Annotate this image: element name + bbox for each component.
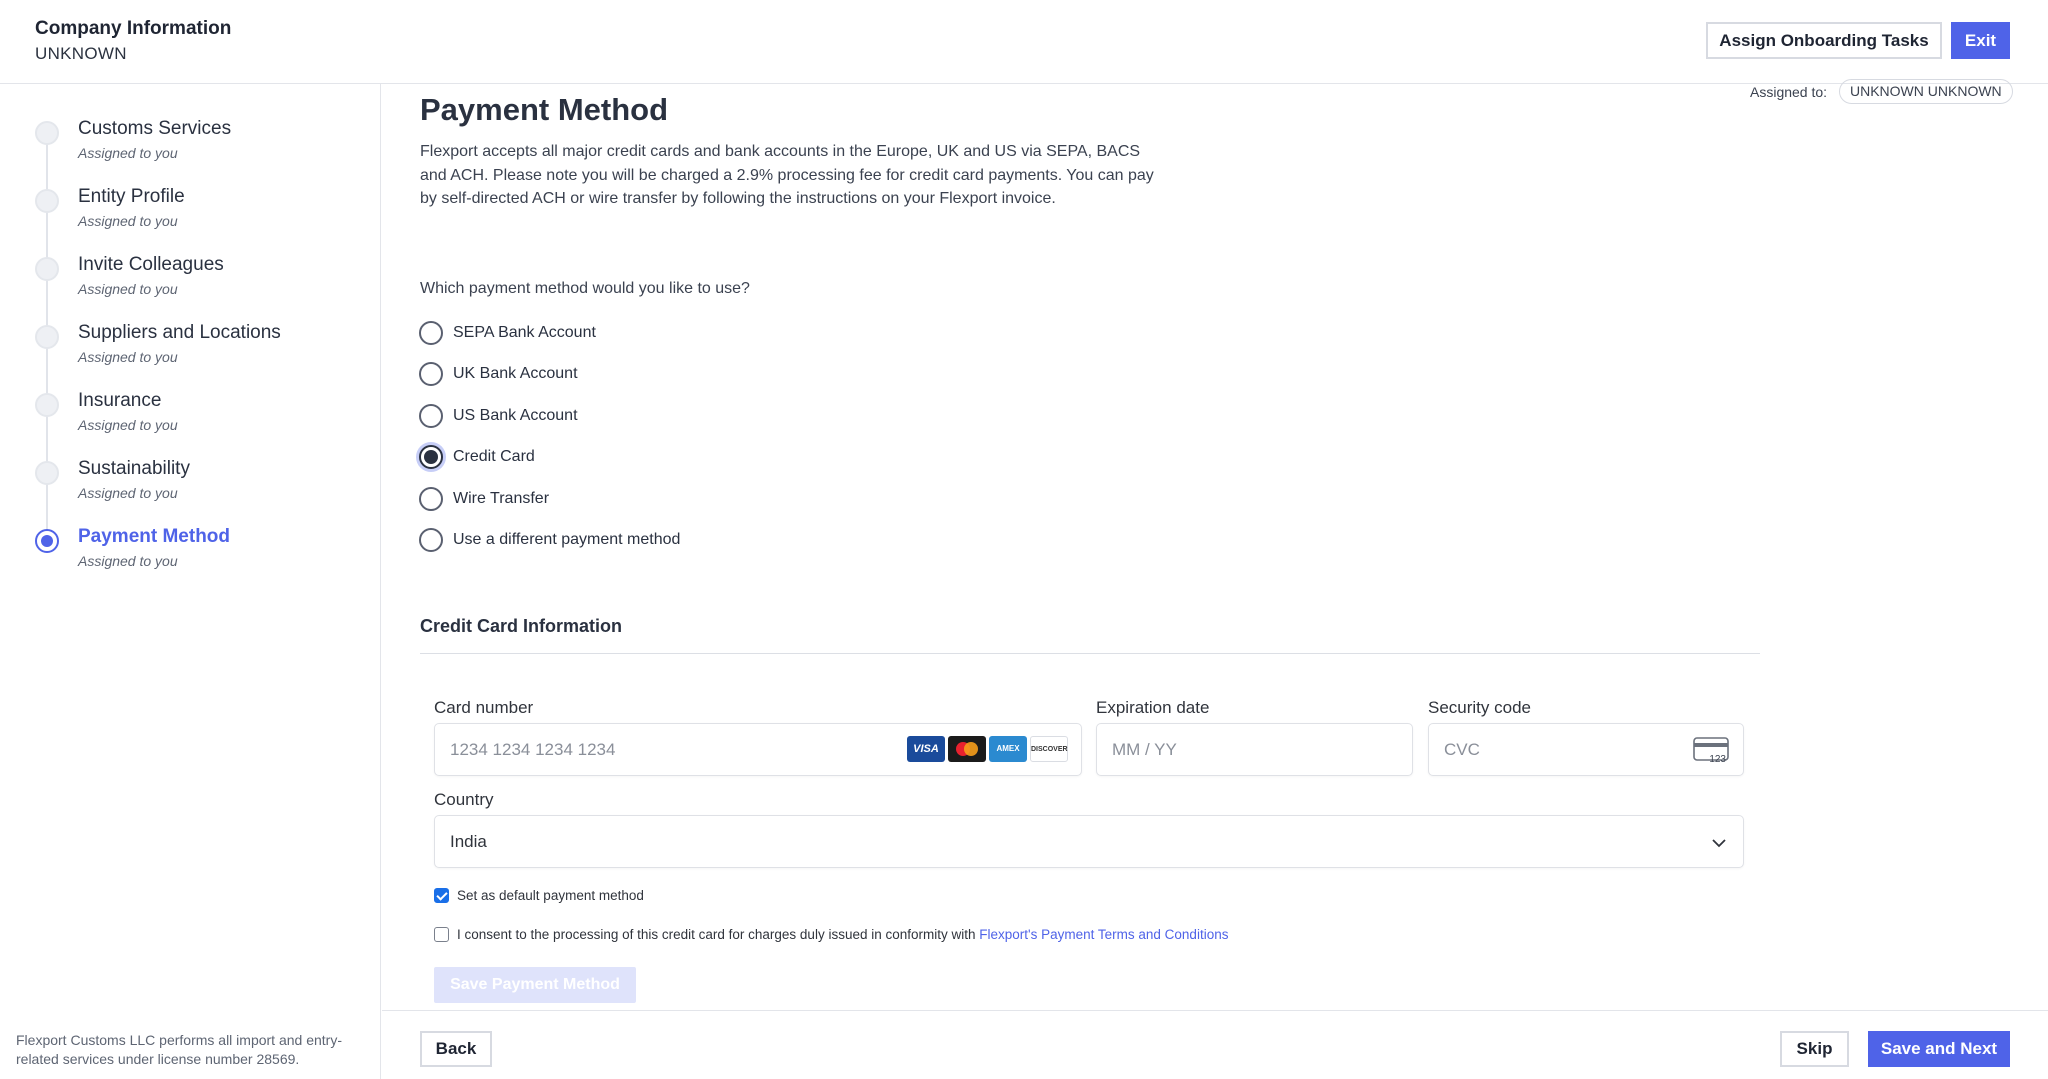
step-title: Suppliers and Locations: [78, 322, 281, 343]
consent-label: I consent to the processing of this cred…: [457, 927, 976, 942]
consent-text: I consent to the processing of this cred…: [457, 927, 1228, 942]
step-assignee: Assigned to you: [78, 417, 178, 433]
chevron-down-icon: [1712, 839, 1726, 848]
radio-button[interactable]: [419, 321, 443, 345]
cvc-placeholder: CVC: [1444, 740, 1480, 759]
radio-label: US Bank Account: [453, 407, 578, 424]
discover-icon: DISCOVER: [1030, 736, 1068, 762]
radio-button[interactable]: [419, 404, 443, 428]
radio-button-selected[interactable]: [419, 445, 443, 469]
radio-label: Wire Transfer: [453, 490, 550, 507]
security-code-label: Security code: [1428, 698, 1531, 717]
section-divider: [420, 653, 1760, 654]
card-number-label: Card number: [434, 698, 534, 717]
back-button[interactable]: Back: [420, 1031, 492, 1067]
step-status-dot: [35, 461, 59, 485]
assign-onboarding-tasks-button[interactable]: Assign Onboarding Tasks: [1706, 22, 1942, 59]
top-header: Company Information UNKNOWN Assign Onboa…: [0, 0, 2048, 84]
bottom-action-bar: Back Skip Save and Next: [382, 1010, 2048, 1079]
step-assignee: Assigned to you: [78, 145, 178, 161]
radio-label: UK Bank Account: [453, 365, 578, 382]
step-assignee: Assigned to you: [78, 213, 178, 229]
cvc-icon-digits: 123: [1709, 754, 1726, 763]
default-method-checkbox[interactable]: [434, 888, 449, 903]
expiration-date-label: Expiration date: [1096, 698, 1210, 717]
card-number-input[interactable]: 1234 1234 1234 1234 VISA AMEX DISCOVER: [434, 723, 1082, 776]
payment-terms-link[interactable]: Flexport's Payment Terms and Conditions: [979, 927, 1228, 942]
payment-intro-text: Flexport accepts all major credit cards …: [420, 143, 1154, 207]
exit-button[interactable]: Exit: [1951, 22, 2010, 59]
cvc-card-icon: 123: [1693, 737, 1729, 763]
assigned-to-label: Assigned to:: [1750, 84, 1828, 100]
step-assignee: Assigned to you: [78, 553, 178, 569]
radio-label: SEPA Bank Account: [453, 324, 596, 341]
country-select[interactable]: India: [434, 815, 1744, 868]
radio-button[interactable]: [419, 487, 443, 511]
step-assignee: Assigned to you: [78, 349, 178, 365]
save-payment-method-button[interactable]: Save Payment Method: [434, 967, 636, 1003]
sidebar-step-sustainability[interactable]: Sustainability Assigned to you: [0, 458, 380, 526]
step-title: Payment Method: [78, 526, 231, 547]
step-status-dot: [35, 257, 59, 281]
step-title: Insurance: [78, 390, 162, 411]
sidebar-step-entity-profile[interactable]: Entity Profile Assigned to you: [0, 186, 380, 254]
amex-icon: AMEX: [989, 736, 1027, 762]
country-label: Country: [434, 790, 494, 809]
sidebar-step-insurance[interactable]: Insurance Assigned to you: [0, 390, 380, 458]
default-method-label: Set as default payment method: [457, 888, 644, 903]
sidebar-license-note: Flexport Customs LLC performs all import…: [16, 1032, 342, 1067]
sidebar-step-customs-services[interactable]: Customs Services Assigned to you: [0, 118, 380, 186]
visa-icon: VISA: [907, 736, 945, 762]
header-title: Company Information: [35, 18, 232, 39]
credit-card-section-heading: Credit Card Information: [420, 616, 623, 636]
assignee-chip[interactable]: UNKNOWN UNKNOWN: [1839, 79, 2013, 104]
skip-button[interactable]: Skip: [1780, 1031, 1849, 1067]
country-selected-value: India: [450, 832, 487, 851]
expiration-date-input[interactable]: MM / YY: [1096, 723, 1413, 776]
step-status-dot: [35, 121, 59, 145]
consent-checkbox[interactable]: [434, 927, 449, 942]
step-status-dot: [35, 325, 59, 349]
payment-method-question: Which payment method would you like to u…: [420, 280, 750, 297]
step-assignee: Assigned to you: [78, 281, 178, 297]
step-assignee: Assigned to you: [78, 485, 178, 501]
step-status-dot: [35, 393, 59, 417]
step-title: Invite Colleagues: [78, 254, 224, 275]
radio-button[interactable]: [419, 362, 443, 386]
security-code-input[interactable]: CVC 123: [1428, 723, 1744, 776]
step-status-dot-active: [35, 529, 59, 553]
radio-label: Use a different payment method: [453, 531, 681, 548]
company-name: UNKNOWN: [35, 44, 127, 63]
sidebar-step-invite-colleagues[interactable]: Invite Colleagues Assigned to you: [0, 254, 380, 322]
sidebar-step-payment-method[interactable]: Payment Method Assigned to you: [0, 526, 380, 594]
radio-label: Credit Card: [453, 448, 535, 465]
page-title: Payment Method: [420, 92, 669, 127]
step-status-dot: [35, 189, 59, 213]
step-title: Sustainability: [78, 458, 190, 479]
sidebar-step-suppliers-and-locations[interactable]: Suppliers and Locations Assigned to you: [0, 322, 380, 390]
save-and-next-button[interactable]: Save and Next: [1868, 1031, 2010, 1067]
step-title: Customs Services: [78, 118, 232, 139]
radio-button[interactable]: [419, 528, 443, 552]
step-title: Entity Profile: [78, 186, 185, 207]
mastercard-icon: [948, 736, 986, 762]
card-number-placeholder: 1234 1234 1234 1234: [450, 740, 616, 759]
expiration-placeholder: MM / YY: [1112, 740, 1177, 759]
